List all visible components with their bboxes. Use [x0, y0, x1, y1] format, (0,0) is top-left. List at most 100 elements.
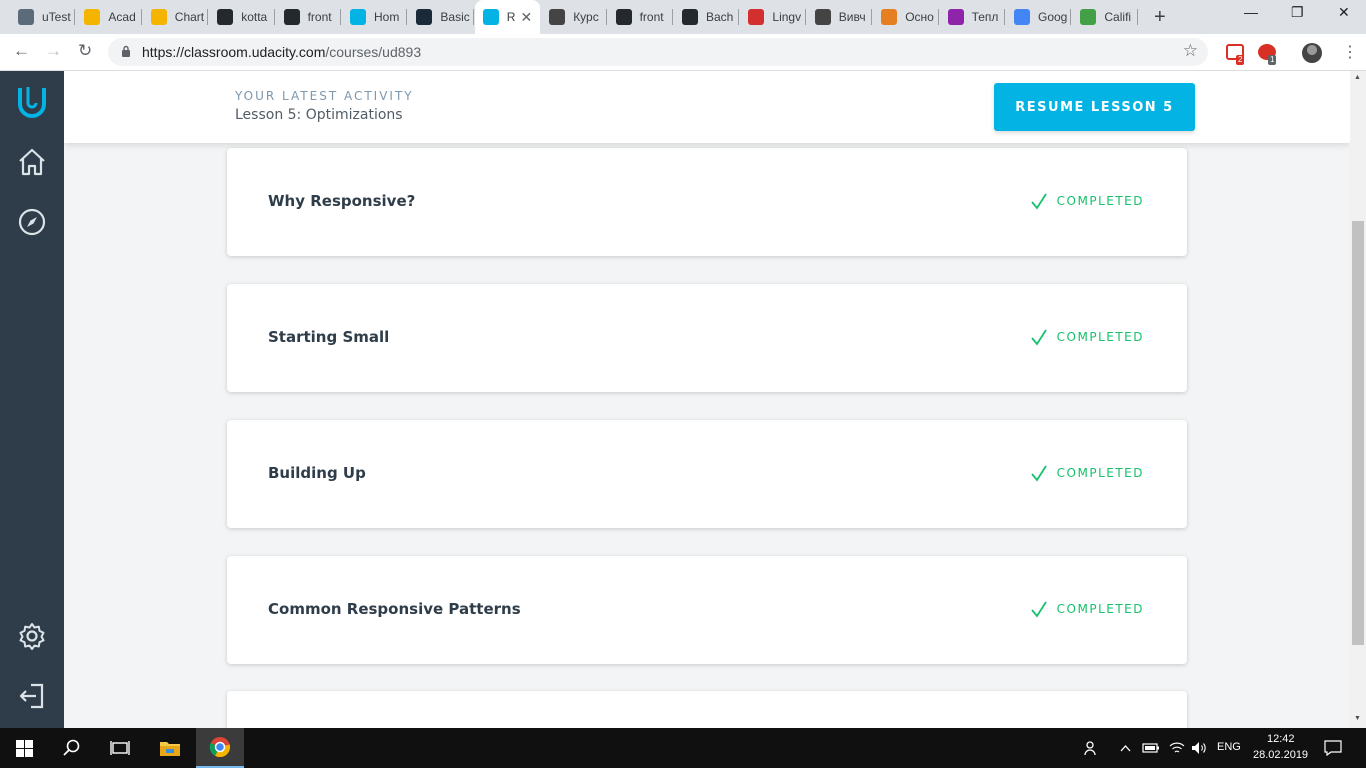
udacity-icon — [350, 9, 366, 25]
windows-taskbar: ENG 12:42 28.02.2019 — [0, 728, 1366, 768]
tab-separator — [140, 9, 142, 25]
browser-tab-title: Тепл — [971, 10, 999, 24]
browser-tab[interactable]: front — [276, 0, 341, 34]
bookmark-star-icon[interactable]: ☆ — [1183, 41, 1198, 61]
scroll-up-arrow[interactable]: ▲ — [1354, 74, 1361, 81]
browser-tab[interactable]: Тепл — [940, 0, 1005, 34]
minimize-button[interactable]: — — [1244, 4, 1258, 20]
browser-tab[interactable]: Lingv — [740, 0, 806, 34]
lesson-card[interactable]: Starting Small COMPLETED — [227, 284, 1187, 392]
close-tab-icon[interactable]: ✕ — [520, 9, 532, 26]
resume-lesson-button[interactable]: RESUME LESSON 5 — [994, 83, 1195, 131]
browser-tab[interactable]: Goog — [1006, 0, 1072, 34]
new-tab-button[interactable]: + — [1154, 6, 1166, 29]
browser-tab-title: Chart — [174, 10, 205, 24]
url-text: https://classroom.udacity.com/courses/ud… — [142, 44, 421, 60]
address-bar[interactable]: https://classroom.udacity.com/courses/ud… — [108, 38, 1208, 66]
browser-tab[interactable]: front — [608, 0, 673, 34]
browser-tab[interactable]: Califi — [1072, 0, 1138, 34]
browser-tab-title: Basic — [440, 10, 470, 24]
clock-date[interactable]: 28.02.2019 — [1253, 749, 1308, 761]
search-icon — [881, 9, 898, 25]
reload-button[interactable]: ↻ — [78, 41, 92, 61]
browser-tab-title: Lingv — [772, 10, 802, 24]
battery-icon[interactable] — [1140, 728, 1162, 768]
browser-tab[interactable]: Chart — [143, 0, 209, 34]
tab-separator — [1003, 9, 1005, 25]
notifications-icon[interactable] — [1320, 728, 1346, 768]
lesson-card-partial[interactable] — [227, 691, 1187, 728]
logout-icon[interactable] — [14, 678, 50, 714]
menu-kebab-icon[interactable]: ⋮ — [1342, 42, 1358, 62]
gmail-badge: 2 — [1236, 55, 1245, 65]
chrome-taskbar-icon[interactable] — [196, 728, 244, 768]
lesson-status: COMPLETED — [1030, 328, 1144, 346]
browser-tab[interactable]: Курс — [541, 0, 607, 34]
udacity-logo-icon[interactable] — [14, 83, 50, 119]
search-icon[interactable] — [48, 728, 96, 768]
browser-tab[interactable]: uTest — [10, 0, 76, 34]
browser-tab-title: front — [639, 10, 664, 24]
browser-tab[interactable]: Bach — [674, 0, 740, 34]
tray-chevron-up-icon[interactable] — [1116, 728, 1134, 768]
browser-tab-title: kotta — [241, 10, 268, 24]
shield-icon — [549, 9, 566, 25]
task-view-icon[interactable] — [96, 728, 144, 768]
scroll-down-arrow[interactable]: ▼ — [1354, 715, 1361, 722]
home-icon[interactable] — [14, 144, 50, 180]
udacity-icon — [482, 9, 499, 25]
browser-tab-title: front — [307, 10, 332, 24]
checkmark-icon — [1030, 465, 1047, 482]
browser-tab[interactable]: R ✕ — [474, 0, 541, 34]
browser-tab[interactable]: Осно — [873, 0, 939, 34]
lesson-status: COMPLETED — [1030, 192, 1144, 210]
translate-icon — [1014, 9, 1030, 25]
latest-activity-lesson[interactable]: Lesson 5: Optimizations — [235, 107, 403, 123]
tab-separator — [1136, 9, 1138, 25]
tab-separator — [74, 9, 76, 25]
scrollbar-thumb[interactable] — [1352, 221, 1364, 645]
close-window-button[interactable]: ✕ — [1338, 4, 1350, 21]
wifi-icon[interactable] — [1166, 728, 1188, 768]
bookmark-icon — [416, 9, 433, 25]
file-explorer-icon[interactable] — [146, 728, 194, 768]
browser-tab[interactable]: kotta — [209, 0, 275, 34]
restore-button[interactable]: ❐ — [1291, 4, 1304, 21]
extension-badge: 1 — [1268, 55, 1277, 65]
m-icon — [947, 9, 964, 25]
windows-start-icon[interactable] — [0, 728, 48, 768]
lesson-title: Building Up — [268, 464, 366, 482]
people-icon[interactable] — [1080, 728, 1104, 768]
language-indicator[interactable]: ENG — [1217, 741, 1241, 753]
lesson-title: Common Responsive Patterns — [268, 600, 521, 618]
browser-tab[interactable]: Вивч — [807, 0, 873, 34]
github-icon — [283, 9, 300, 25]
lesson-card[interactable]: Building Up COMPLETED — [227, 420, 1187, 528]
lesson-title: Why Responsive? — [268, 192, 416, 210]
lesson-status-label: COMPLETED — [1056, 194, 1144, 208]
compass-icon[interactable] — [14, 204, 50, 240]
clock-time[interactable]: 12:42 — [1267, 733, 1295, 745]
tab-separator — [605, 9, 607, 25]
browser-tab[interactable]: Hom — [342, 0, 408, 34]
lesson-card[interactable]: Common Responsive Patterns COMPLETED — [227, 556, 1187, 664]
back-button[interactable]: ← — [13, 41, 30, 61]
latest-activity-kicker: YOUR LATEST ACTIVITY — [235, 89, 414, 103]
checkmark-icon — [1030, 193, 1047, 210]
udacity-sidebar — [0, 71, 64, 728]
tab-separator — [937, 9, 939, 25]
profile-avatar[interactable] — [1302, 43, 1322, 63]
tab-separator — [738, 9, 740, 25]
tab-separator — [671, 9, 673, 25]
settings-gear-icon[interactable] — [14, 618, 50, 654]
forward-button[interactable]: → — [45, 41, 62, 61]
leaf-icon — [1080, 9, 1097, 25]
url-host: https://classroom.udacity.com — [142, 44, 326, 60]
volume-icon[interactable] — [1188, 728, 1210, 768]
browser-tab-title: Курс — [573, 10, 599, 24]
browser-tab[interactable]: Basic — [408, 0, 474, 34]
tab-separator — [871, 9, 873, 25]
browser-tab[interactable]: Acad — [76, 0, 142, 34]
lesson-card[interactable]: Why Responsive? COMPLETED — [227, 148, 1187, 256]
slides-icon — [150, 9, 167, 25]
